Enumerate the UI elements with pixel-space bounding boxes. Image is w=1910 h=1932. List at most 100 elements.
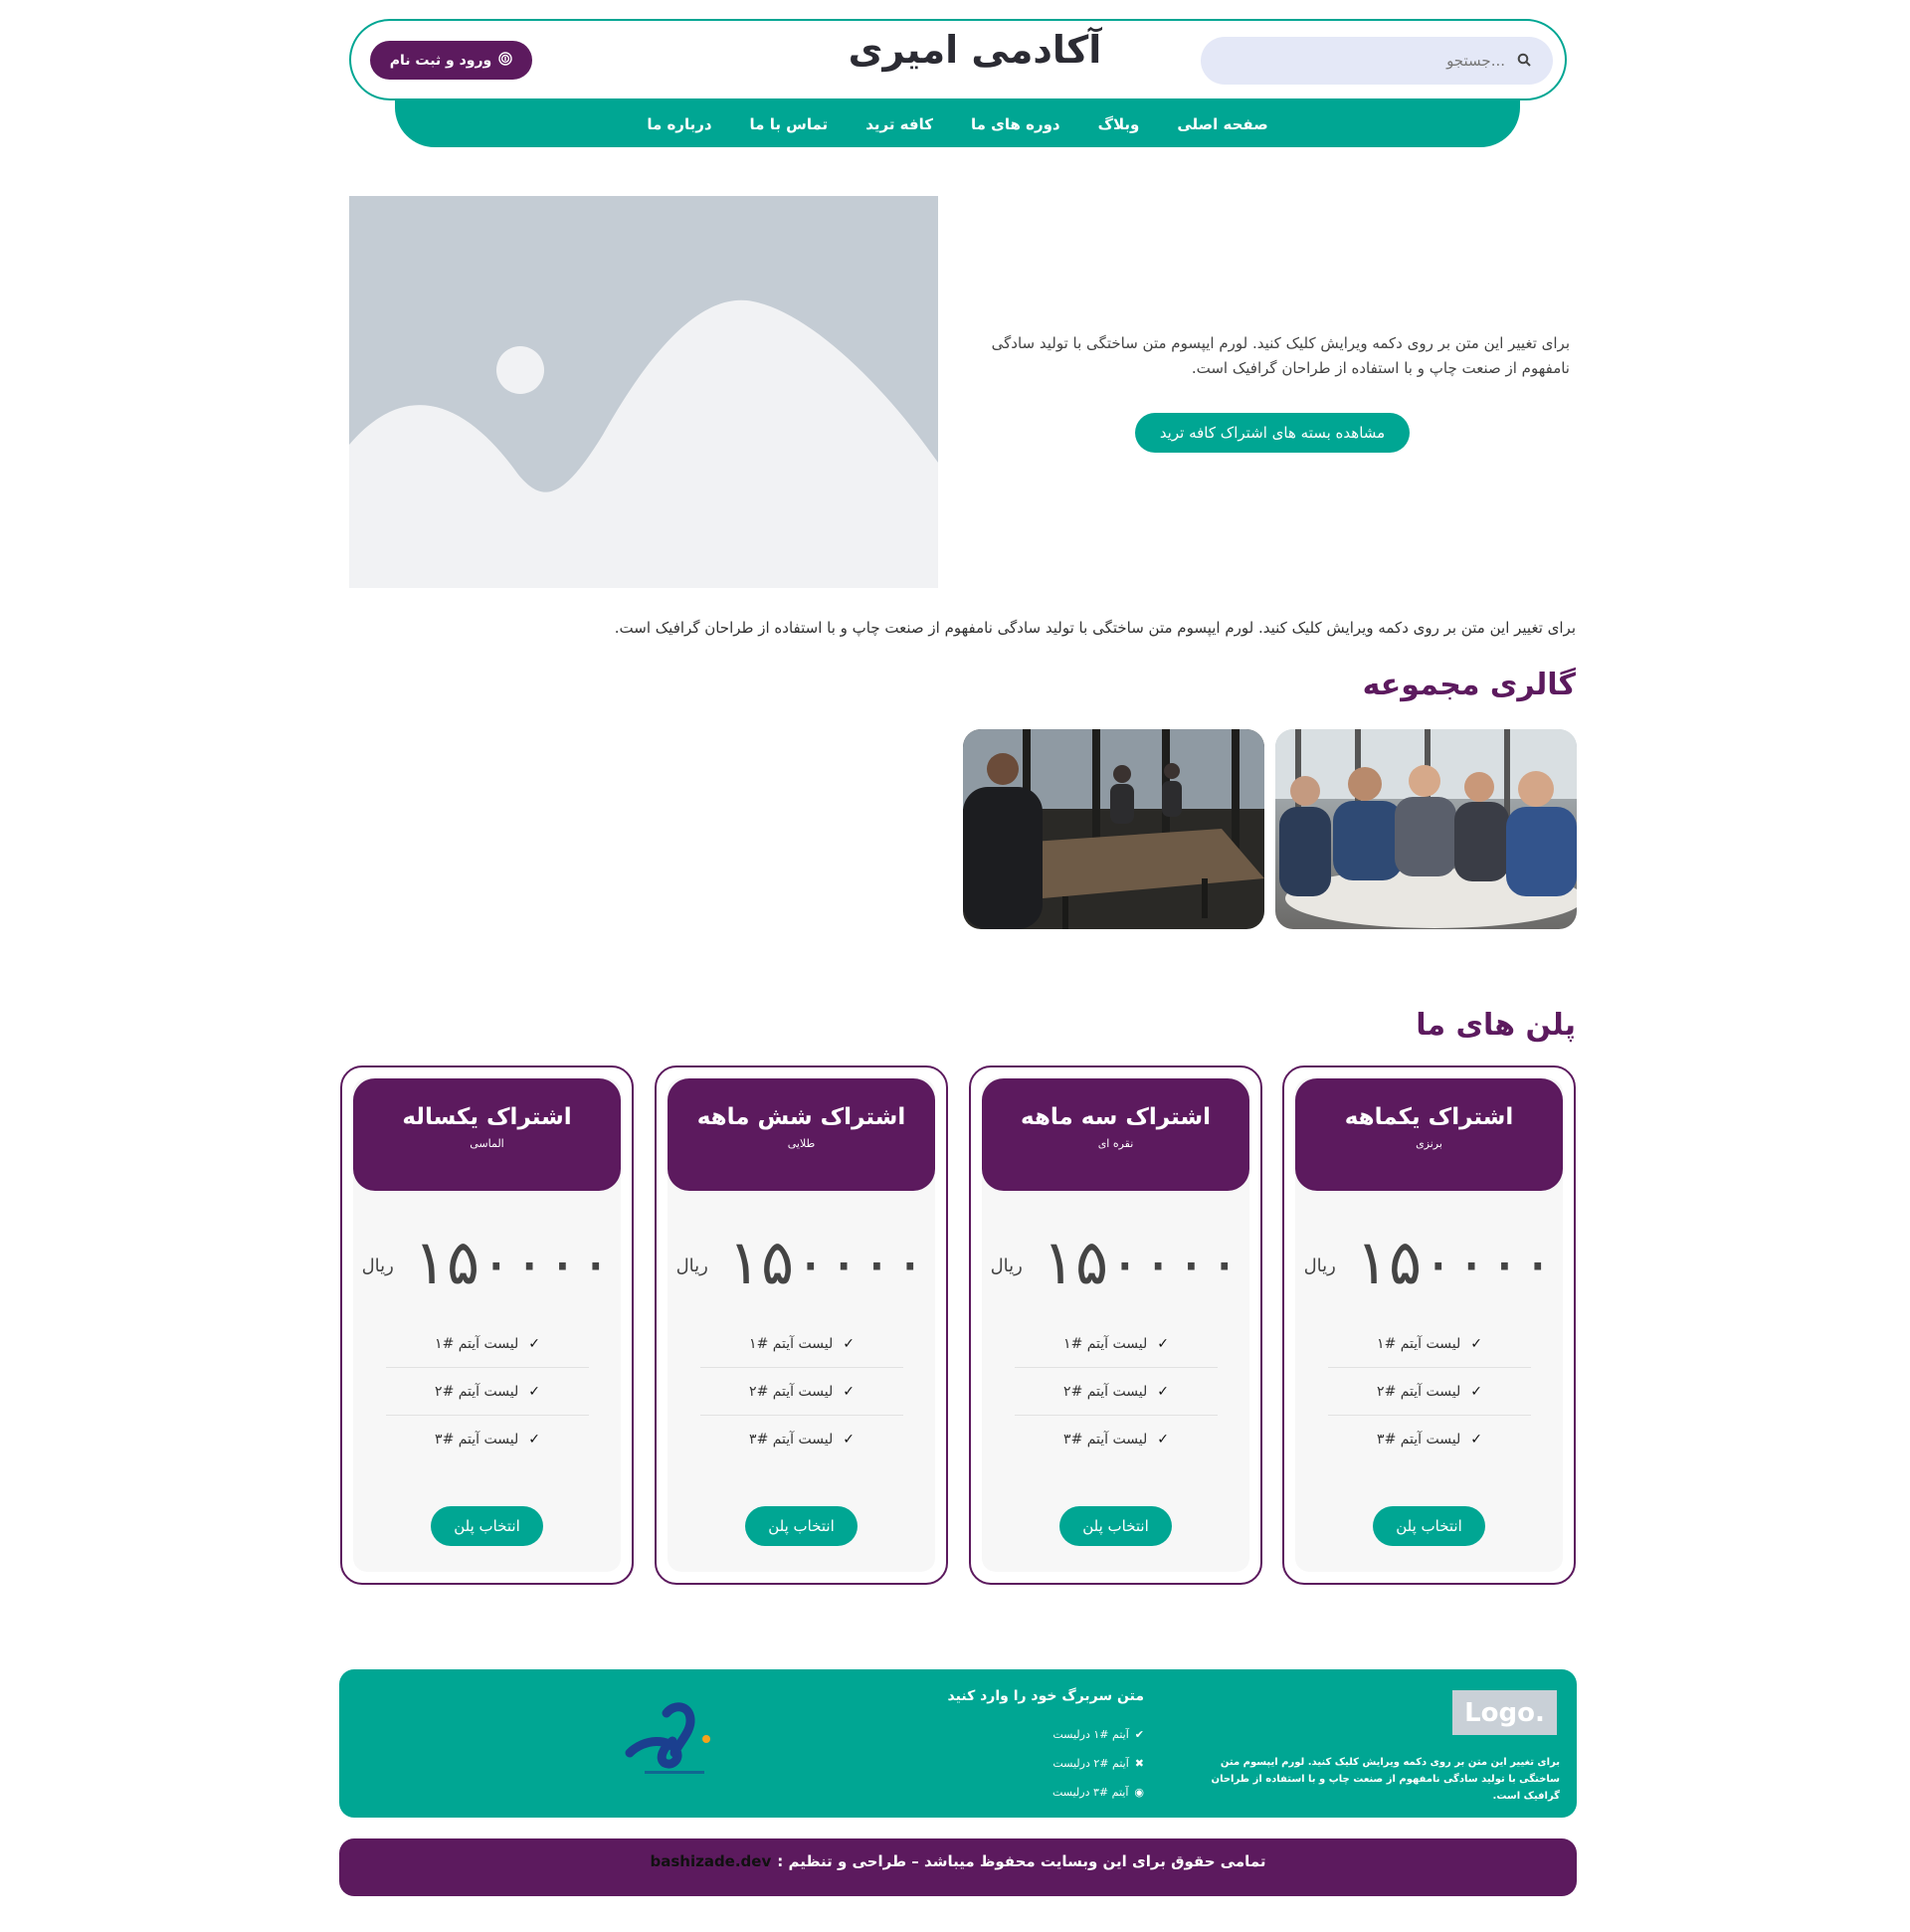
list-item: ✓ لیست آیتم #۱ — [700, 1320, 903, 1368]
footer-list-label: آیتم #۲ درلیست — [1052, 1757, 1129, 1770]
price-value: ۱۵۰۰۰۰ — [413, 1226, 613, 1298]
plan-name: اشتراک شش ماهه — [696, 1104, 906, 1130]
check-icon: ✓ — [528, 1335, 540, 1352]
feature-label: لیست آیتم #۲ — [1063, 1383, 1148, 1400]
nav-courses[interactable]: دوره های ما — [971, 115, 1060, 133]
plan-price: ۱۵۰۰۰۰ ریال — [982, 1228, 1249, 1301]
site-title[interactable]: آکادمی امیری — [776, 28, 1174, 72]
plan-features: ✓ لیست آیتم #۱ ✓ لیست آیتم #۲ ✓ لیست آیتم #… — [1015, 1320, 1218, 1463]
check-icon: ✓ — [843, 1432, 855, 1448]
plan-price: ۱۵۰۰۰۰ ریال — [668, 1228, 935, 1301]
list-item: ✓ لیست آیتم #۳ — [1015, 1416, 1218, 1463]
plan-name: اشتراک یکساله — [402, 1104, 572, 1130]
plan-features: ✓ لیست آیتم #۱ ✓ لیست آیتم #۲ ✓ لیست آیتم #… — [700, 1320, 903, 1463]
plan-price: ۱۵۰۰۰۰ ریال — [1295, 1228, 1563, 1301]
enamad-trust-badge[interactable] — [615, 1693, 734, 1793]
plan-price: ۱۵۰۰۰۰ ریال — [353, 1228, 621, 1301]
search-icon[interactable] — [1517, 52, 1531, 71]
search-placeholder: جستجو... — [1446, 52, 1505, 70]
plan-tier: طلایی — [787, 1137, 816, 1150]
list-item: ✓ لیست آیتم #۳ — [1328, 1416, 1531, 1463]
copyright-bar: تمامی حقوق برای این وبسایت محفوظ میباشد … — [339, 1838, 1577, 1896]
feature-label: لیست آیتم #۲ — [1377, 1383, 1461, 1400]
plan-name: اشتراک سه ماهه — [1021, 1104, 1211, 1130]
footer-logo[interactable]: Logo. — [1452, 1690, 1557, 1735]
check-icon: ✓ — [528, 1383, 540, 1400]
price-currency: ریال — [1303, 1255, 1336, 1276]
plan-card: اشتراک سه ماهه نقره ای ۱۵۰۰۰۰ ریال ✓ لیست… — [969, 1065, 1262, 1585]
plan-header: اشتراک یکساله الماسی — [353, 1078, 621, 1191]
list-item: ✓ لیست آیتم #۱ — [386, 1320, 589, 1368]
nav-contact[interactable]: تماس با ما — [750, 115, 829, 133]
developer-link[interactable]: bashizade.dev — [650, 1852, 771, 1870]
feature-label: لیست آیتم #۳ — [749, 1432, 834, 1448]
plan-card: اشتراک شش ماهه طلایی ۱۵۰۰۰۰ ریال ✓ لیست آ… — [655, 1065, 948, 1585]
plan-name: اشتراک یکماهه — [1344, 1104, 1514, 1130]
price-currency: ریال — [361, 1255, 394, 1276]
price-value: ۱۵۰۰۰۰ — [1042, 1226, 1242, 1298]
list-item: ◉ آیتم #۳ درلیست — [930, 1778, 1144, 1807]
price-value: ۱۵۰۰۰۰ — [1355, 1226, 1555, 1298]
select-plan-button[interactable]: انتخاب پلن — [1373, 1506, 1485, 1546]
feature-label: لیست آیتم #۲ — [435, 1383, 519, 1400]
nav-about[interactable]: درباره ما — [647, 115, 711, 133]
feature-label: لیست آیتم #۳ — [1377, 1432, 1461, 1448]
list-item: ✓ لیست آیتم #۱ — [1328, 1320, 1531, 1368]
feature-label: لیست آیتم #۱ — [1377, 1335, 1461, 1352]
plans-title: پلن های ما — [1416, 1008, 1576, 1043]
plan-tier: برنزی — [1416, 1137, 1442, 1150]
footer-heading: متن سربرگ خود را وارد کنید — [947, 1688, 1144, 1704]
check-icon: ✓ — [1157, 1432, 1169, 1448]
feature-label: لیست آیتم #۱ — [749, 1335, 834, 1352]
search-input[interactable]: جستجو... — [1201, 37, 1553, 85]
check-icon: ✔ — [1134, 1728, 1144, 1741]
price-currency: ریال — [675, 1255, 708, 1276]
footer-text: برای تغییر این متن بر روی دکمه ویرایش کل… — [1211, 1757, 1560, 1802]
list-item: ✓ لیست آیتم #۳ — [700, 1416, 903, 1463]
nav-blog[interactable]: وبلاگ — [1098, 115, 1140, 133]
list-item: ✔ آیتم #۱ درلیست — [930, 1720, 1144, 1749]
view-subscriptions-button[interactable]: مشاهده بسته های اشتراک کافه ترید — [1135, 413, 1410, 453]
fingerprint-icon — [498, 51, 512, 70]
price-currency: ریال — [990, 1255, 1023, 1276]
copyright-text: تمامی حقوق برای این وبسایت محفوظ میباشد … — [777, 1852, 1266, 1870]
image-placeholder-icon — [349, 196, 938, 588]
plan-header: اشتراک شش ماهه طلایی — [668, 1078, 935, 1191]
select-plan-button[interactable]: انتخاب پلن — [745, 1506, 858, 1546]
feature-label: لیست آیتم #۱ — [435, 1335, 519, 1352]
check-icon: ✓ — [528, 1432, 540, 1448]
footer-list-label: آیتم #۱ درلیست — [1052, 1728, 1129, 1741]
feature-label: لیست آیتم #۳ — [435, 1432, 519, 1448]
hero-text: برای تغییر این متن بر روی دکمه ویرایش کل… — [991, 334, 1570, 377]
main-nav: صفحه اصلی وبلاگ دوره های ما کافه ترید تم… — [395, 98, 1520, 147]
close-icon: ✖ — [1134, 1757, 1144, 1770]
feature-label: لیست آیتم #۲ — [749, 1383, 834, 1400]
list-item: ✓ لیست آیتم #۲ — [700, 1368, 903, 1416]
footer-list: ✔ آیتم #۱ درلیست ✖ آیتم #۲ درلیست ◉ آیتم #۳… — [930, 1720, 1144, 1807]
check-icon: ✓ — [1157, 1335, 1169, 1352]
check-icon: ✓ — [843, 1335, 855, 1352]
select-plan-button[interactable]: انتخاب پلن — [1059, 1506, 1172, 1546]
gallery-photo-meeting[interactable] — [1275, 729, 1577, 929]
list-item: ✓ لیست آیتم #۲ — [1328, 1368, 1531, 1416]
plan-tier: نقره ای — [1097, 1137, 1134, 1150]
circle-dot-icon: ◉ — [1134, 1786, 1144, 1799]
plan-header: اشتراک سه ماهه نقره ای — [982, 1078, 1249, 1191]
plan-card: اشتراک یکماهه برنزی ۱۵۰۰۰۰ ریال ✓ لیست آی… — [1282, 1065, 1576, 1585]
check-icon: ✓ — [1470, 1432, 1482, 1448]
check-icon: ✓ — [1157, 1383, 1169, 1400]
nav-home[interactable]: صفحه اصلی — [1177, 115, 1267, 133]
plan-features: ✓ لیست آیتم #۱ ✓ لیست آیتم #۲ ✓ لیست آیتم #… — [1328, 1320, 1531, 1463]
nav-cafe-trade[interactable]: کافه ترید — [865, 115, 933, 133]
footer-list-label: آیتم #۳ درلیست — [1051, 1786, 1129, 1799]
gallery-photo-cafe[interactable] — [963, 729, 1264, 929]
plan-header: اشتراک یکماهه برنزی — [1295, 1078, 1563, 1191]
check-icon: ✓ — [1470, 1383, 1482, 1400]
plan-tier: الماسی — [470, 1137, 504, 1150]
list-item: ✓ لیست آیتم #۱ — [1015, 1320, 1218, 1368]
select-plan-button[interactable]: انتخاب پلن — [431, 1506, 543, 1546]
list-item: ✓ لیست آیتم #۳ — [386, 1416, 589, 1463]
price-value: ۱۵۰۰۰۰ — [727, 1226, 927, 1298]
login-button[interactable]: ورود و ثبت نام — [370, 41, 532, 80]
list-item: ✖ آیتم #۲ درلیست — [930, 1749, 1144, 1778]
